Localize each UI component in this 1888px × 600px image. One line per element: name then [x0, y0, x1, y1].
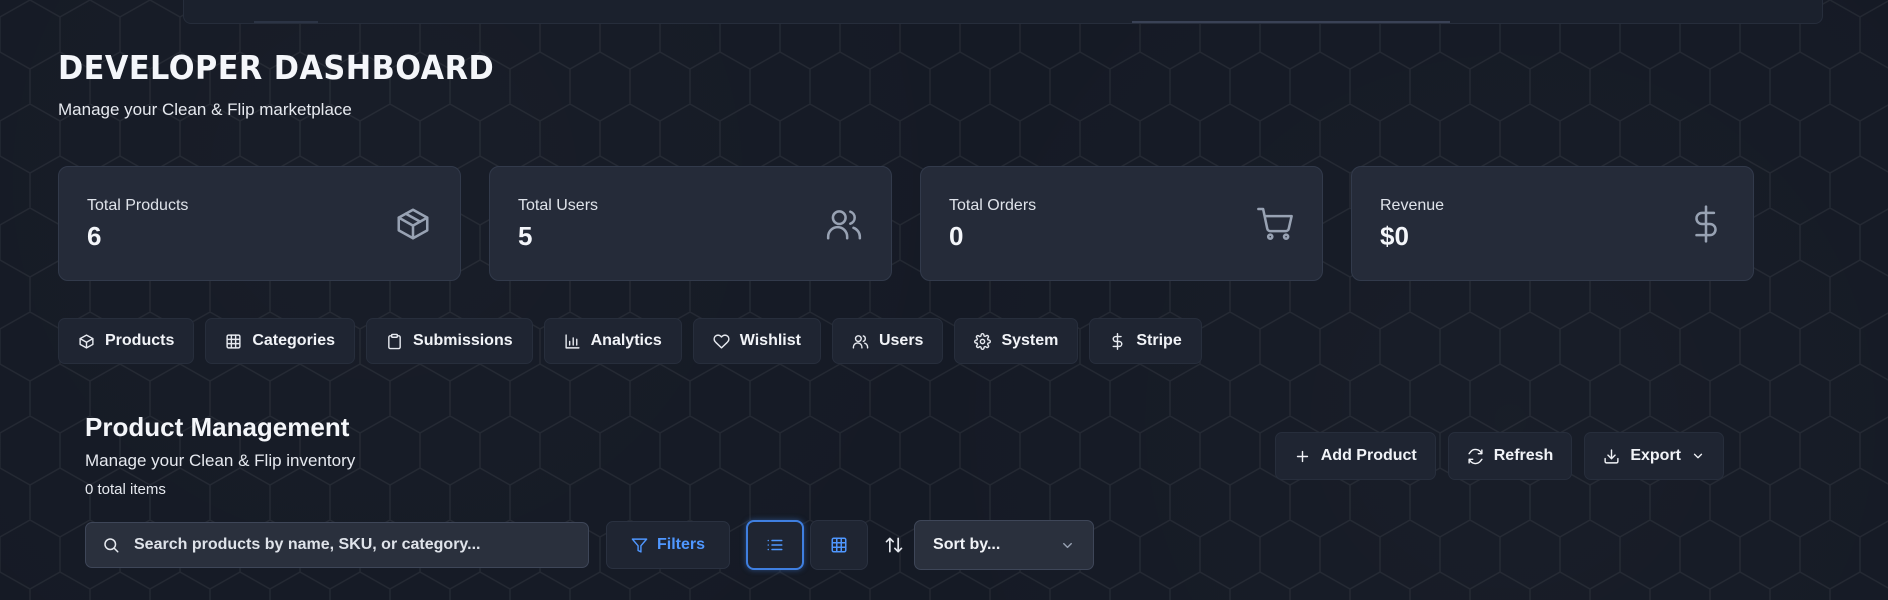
product-toolbar: Filters Sort by... [85, 520, 1095, 570]
page-header: DEVELOPER DASHBOARD Manage your Clean & … [58, 48, 532, 120]
stat-value: 6 [87, 221, 102, 251]
stat-value: 5 [518, 221, 533, 251]
refresh-button[interactable]: Refresh [1447, 432, 1573, 480]
stats-row: Total Products 6 Total Users 5 Total Ord… [58, 166, 1754, 281]
tab-stripe[interactable]: Stripe [1089, 318, 1202, 364]
button-label: Export [1630, 447, 1681, 464]
page-title: DEVELOPER DASHBOARD [58, 48, 495, 87]
stat-card-total-users: Total Users 5 [489, 166, 892, 281]
box-icon [394, 205, 432, 243]
dollar-icon [1112, 332, 1123, 350]
clipboard-icon [388, 333, 401, 349]
stat-card-total-orders: Total Orders 0 [920, 166, 1323, 281]
sort-select[interactable]: Sort by... [914, 520, 1095, 570]
list-view-button[interactable] [746, 520, 805, 570]
bar-chart-icon [565, 333, 580, 349]
plus-icon [1296, 450, 1308, 462]
chevron-down-icon [1693, 453, 1703, 459]
top-bar-tab-indicator [254, 21, 318, 23]
refresh-icon [1468, 448, 1483, 464]
tab-users[interactable]: Users [831, 318, 944, 364]
tab-label: Analytics [590, 332, 662, 349]
top-navigation-bar [183, 0, 1823, 24]
stat-value: $0 [1380, 221, 1409, 251]
stat-card-revenue: Revenue $0 [1351, 166, 1754, 281]
tab-submissions[interactable]: Submissions [366, 318, 533, 364]
product-actions: Add Product Refresh Export [1274, 432, 1724, 480]
stat-label: Revenue [1380, 197, 1445, 214]
tab-label: Stripe [1136, 332, 1182, 349]
grid-view-button[interactable] [810, 520, 869, 570]
cart-icon [1256, 205, 1294, 243]
search-icon [104, 538, 119, 553]
button-label: Refresh [1493, 447, 1554, 464]
heart-icon [713, 333, 730, 349]
download-icon [1604, 448, 1619, 464]
top-bar-search-indicator [1132, 21, 1450, 23]
users-icon [825, 205, 863, 243]
filter-icon [631, 537, 648, 553]
add-product-button[interactable]: Add Product [1274, 432, 1436, 480]
tab-system[interactable]: System [954, 318, 1079, 364]
sort-arrows-icon[interactable] [884, 535, 904, 555]
stat-value: 0 [949, 221, 964, 251]
search-input[interactable] [134, 536, 572, 554]
box-icon [79, 333, 94, 349]
tab-products[interactable]: Products [58, 318, 195, 364]
stat-label: Total Orders [949, 197, 1037, 214]
sort-select-value: Sort by... [933, 536, 1001, 553]
filters-button[interactable]: Filters [606, 521, 731, 569]
tab-label: Categories [252, 332, 336, 349]
stat-card-total-products: Total Products 6 [58, 166, 461, 281]
dollar-icon [1687, 205, 1725, 243]
tab-label: Products [105, 332, 175, 349]
users-icon [852, 334, 869, 349]
item-count: 0 total items [85, 481, 166, 498]
grid-icon [226, 333, 241, 349]
stat-label: Total Products [87, 197, 189, 214]
product-management-header: Product Management Manage your Clean & F… [85, 412, 355, 498]
stat-label: Total Users [518, 197, 599, 214]
tab-label: Submissions [413, 332, 513, 349]
page-subtitle: Manage your Clean & Flip marketplace [58, 100, 352, 119]
dashboard-tabs: Products Categories Submissions Analytic… [58, 318, 1202, 364]
export-button[interactable]: Export [1584, 432, 1724, 480]
tab-categories[interactable]: Categories [205, 318, 356, 364]
tab-label: System [1001, 332, 1059, 349]
tab-analytics[interactable]: Analytics [543, 318, 682, 364]
grid-icon [831, 537, 847, 553]
tab-label: Wishlist [739, 332, 801, 349]
button-label: Filters [657, 536, 706, 553]
button-label: Add Product [1320, 447, 1417, 464]
chevron-down-icon [1063, 542, 1072, 548]
section-title: Product Management [85, 412, 350, 442]
search-box [85, 522, 589, 568]
tab-label: Users [878, 332, 924, 349]
section-subtitle: Manage your Clean & Flip inventory [85, 451, 356, 470]
list-icon [767, 539, 783, 551]
tab-wishlist[interactable]: Wishlist [692, 318, 821, 364]
gear-icon [974, 332, 992, 350]
